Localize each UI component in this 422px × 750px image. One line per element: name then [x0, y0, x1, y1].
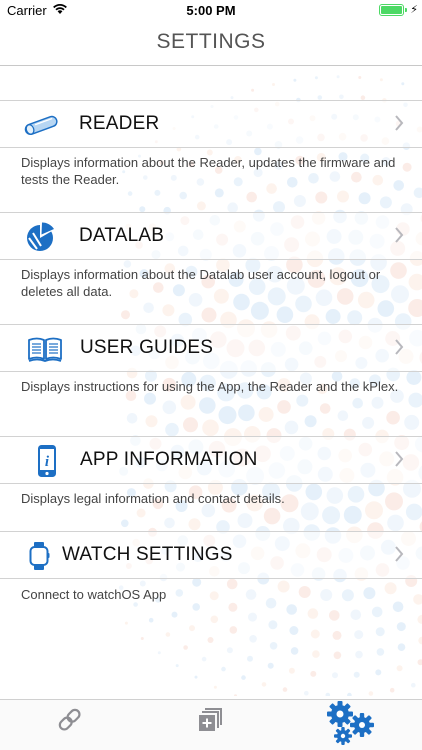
chevron-right-icon — [395, 115, 404, 131]
add-stack-icon[interactable] — [197, 700, 225, 750]
settings-row-label: READER — [79, 113, 160, 134]
navigation-bar: SETTINGS — [0, 22, 422, 66]
settings-row-description: Displays instructions for using the App,… — [21, 379, 399, 394]
settings-row-label: USER GUIDES — [80, 337, 214, 358]
chevron-right-icon — [395, 546, 404, 562]
settings-row-description: Displays information about the Datalab u… — [21, 267, 381, 299]
settings-row-datalab[interactable]: DATALAB — [0, 212, 422, 260]
reader-device-icon — [24, 115, 58, 136]
settings-row-user-guides[interactable]: USER GUIDES — [0, 324, 422, 372]
phone-info-icon: i — [38, 445, 56, 477]
page-title: SETTINGS — [156, 30, 266, 53]
watch-icon — [29, 542, 50, 570]
chevron-right-icon — [395, 227, 404, 243]
settings-screen: Carrier 5:00 PM ⚡ SETTINGS READER Displa… — [0, 0, 422, 750]
settings-row-description: Connect to watchOS App — [21, 587, 167, 602]
open-book-icon — [28, 337, 62, 362]
settings-row-description: Displays information about the Reader, u… — [21, 155, 396, 187]
settings-row-label: WATCH SETTINGS — [62, 544, 233, 565]
status-bar: Carrier 5:00 PM ⚡ — [0, 0, 422, 22]
chevron-right-icon — [395, 451, 404, 467]
settings-row-label: APP INFORMATION — [80, 449, 258, 470]
settings-row-reader[interactable]: READER — [0, 100, 422, 148]
settings-row-watch-settings[interactable]: WATCH SETTINGS — [0, 531, 422, 579]
datalab-pie-icon — [27, 222, 54, 251]
settings-row-description: Displays legal information and contact d… — [21, 491, 285, 506]
settings-row-label: DATALAB — [79, 225, 165, 246]
battery-cap — [405, 8, 407, 12]
tab-bar — [0, 699, 422, 750]
chevron-right-icon — [395, 339, 404, 355]
battery-icon — [379, 4, 404, 16]
settings-row-app-information[interactable]: i APP INFORMATION — [0, 436, 422, 484]
link-icon[interactable] — [55, 700, 85, 750]
charging-bolt-icon: ⚡ — [410, 4, 418, 16]
status-time: 5:00 PM — [186, 3, 236, 18]
gears-icon[interactable] — [322, 700, 378, 750]
